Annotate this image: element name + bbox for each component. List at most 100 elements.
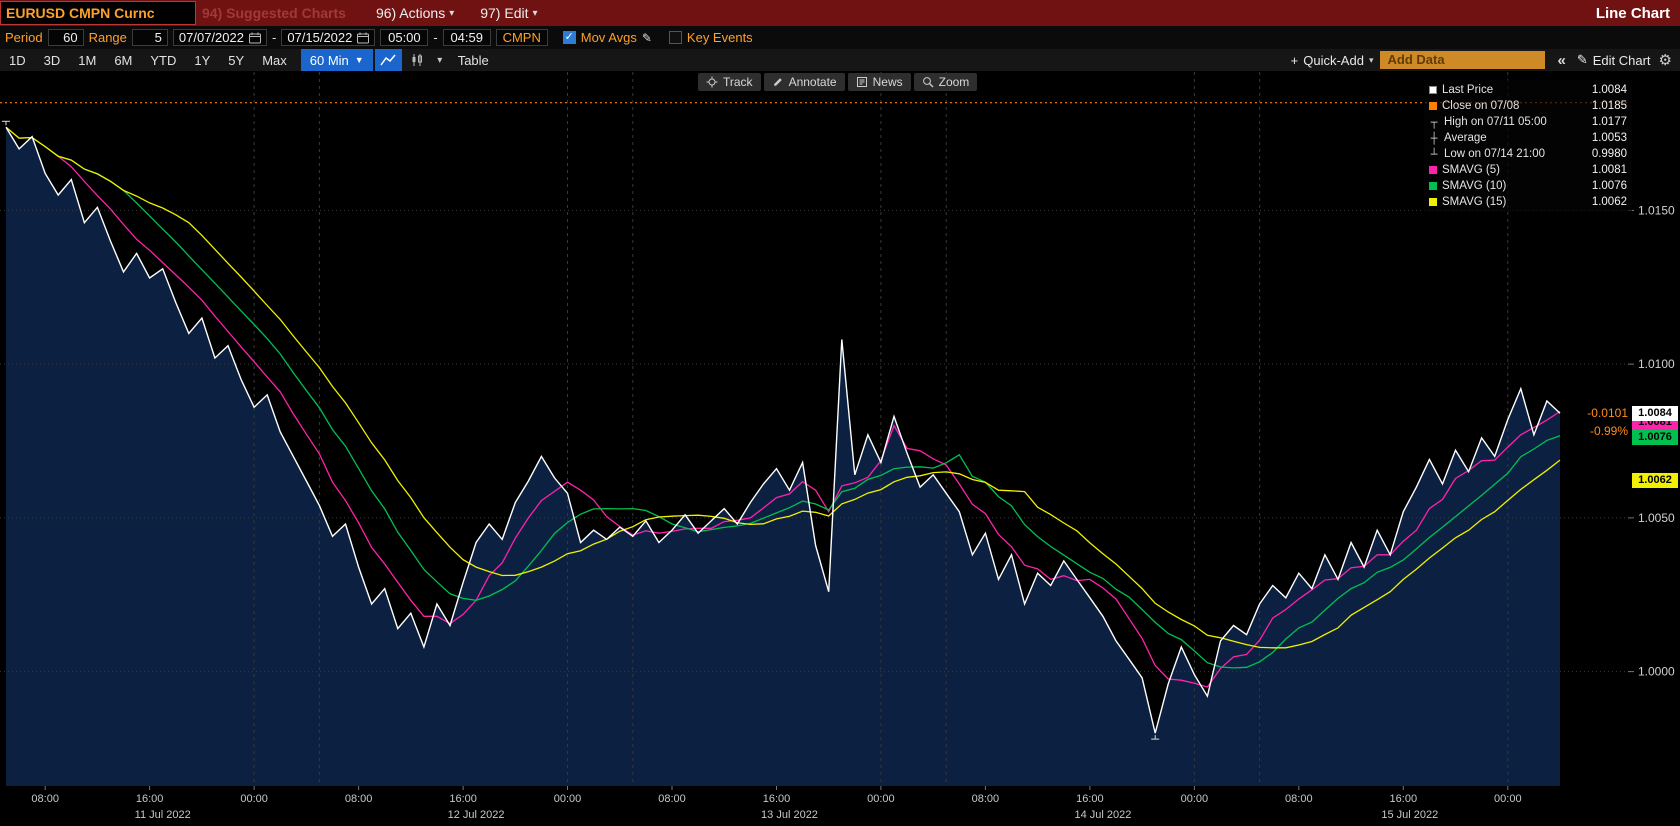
legend-row-last-price[interactable]: Last Price 1.0084 [1429,82,1627,98]
legend-swatch-smavg-10 [1429,182,1437,190]
chart-type-more-dropdown[interactable]: ▾ [431,55,449,66]
collapse-toolbar-button[interactable]: « [1552,52,1570,69]
settings-gear-icon[interactable]: ⚙ [1657,51,1680,69]
legend-marker-high: ┬ [1430,115,1438,129]
high-marker [2,120,10,126]
interval-dropdown[interactable]: 60 Min ▼ [300,49,373,71]
edit-mov-avgs-icon[interactable]: ✎ [642,31,652,45]
news-icon [856,77,867,87]
pencil-icon: ✎ [1576,52,1588,67]
y-tick-label: 1.0100 [1638,357,1675,371]
date-from-input[interactable]: 07/07/2022 [172,29,267,46]
menu-suggested-charts[interactable]: 94) Suggested Charts [202,5,346,21]
news-button[interactable]: News [847,73,911,91]
pct-change-label: -0.99% [1589,424,1628,438]
news-label: News [872,75,903,89]
crosshair-icon [706,76,718,88]
date-to-value: 07/15/2022 [287,30,353,45]
legend-label-last-price: Last Price [1442,84,1494,96]
x-tick-label: 16:00 [763,793,791,805]
legend-row-low[interactable]: ┴ Low on 07/14 21:00 0.9980 [1429,146,1627,162]
legend-row-high[interactable]: ┬ High on 07/11 05:00 1.0177 [1429,114,1627,130]
x-tick-label: 16:00 [136,793,164,805]
legend-row-smavg-10[interactable]: SMAVG (10) 1.0076 [1429,178,1627,194]
menu-actions-label: 96) Actions [375,5,446,21]
calendar-icon[interactable] [357,32,370,44]
chevron-down-icon: ▾ [1368,54,1374,65]
range-tab-1D[interactable]: 1D [0,53,35,68]
legend-label-smavg-5: SMAVG (5) [1442,164,1500,176]
track-button[interactable]: Track [698,73,761,91]
axis-price-tag-1.0076: 1.0076 [1632,430,1678,446]
time-to-input[interactable]: 04:59 [442,29,491,46]
x-tick-label: 00:00 [1494,793,1522,805]
table-button[interactable]: Table [449,53,498,68]
y-tick-label: 1.0000 [1638,665,1675,679]
x-date-label: 13 Jul 2022 [761,809,818,821]
legend-swatch-close [1429,102,1437,110]
chart-toolbar: 1D 3D 1M 6M YTD 1Y 5Y Max 60 Min ▼ ▾ Table + Qu… [0,49,1680,71]
legend-label-average: Average [1444,132,1487,144]
period-input[interactable]: 60 [47,29,84,46]
range-tab-1Y[interactable]: 1Y [185,53,219,68]
menu-edit[interactable]: 97) Edit ▾ [480,5,537,21]
net-change-label: -0.0101 [1587,406,1628,420]
date-to-input[interactable]: 07/15/2022 [281,29,376,46]
x-date-label: 11 Jul 2022 [135,809,191,821]
x-tick-label: 08:00 [1285,793,1313,805]
range-tabs: 1D 3D 1M 6M YTD 1Y 5Y Max [0,53,296,68]
chart-type-title: Line Chart [1595,4,1670,22]
security-title: EURUSD CMPN Curnc [0,1,196,25]
settings-bar: Period 60 Range 5 07/07/2022 - 07/15/202… [0,26,1680,49]
legend-value-smavg-5: 1.0081 [1591,164,1627,176]
range-tab-Max[interactable]: Max [253,53,296,68]
x-date-label: 12 Jul 2022 [448,809,505,821]
legend-swatch-last-price [1429,86,1437,94]
menu-actions[interactable]: 96) Actions ▾ [376,5,454,21]
add-data-input[interactable]: Add Data [1380,51,1546,69]
x-tick-label: 08:00 [31,793,59,805]
line-chart-icon [380,54,396,66]
legend-value-high: 1.0177 [1591,116,1627,128]
area-fill [6,127,1560,787]
key-events-label: Key Events [686,30,753,45]
range-tab-5Y[interactable]: 5Y [219,53,253,68]
legend-row-close[interactable]: Close on 07/08 1.0185 [1429,98,1627,114]
annotate-button[interactable]: Annotate [763,73,845,91]
annotate-label: Annotate [788,75,837,89]
x-tick-label: 16:00 [1076,793,1104,805]
y-tick-label: 1.0150 [1638,203,1675,217]
legend-value-smavg-10: 1.0076 [1591,180,1627,192]
quick-add-button[interactable]: + Quick-Add ▾ [1291,53,1374,68]
zoom-button[interactable]: Zoom [913,73,978,91]
edit-chart-label: Edit Chart [1592,52,1651,68]
range-tab-YTD[interactable]: YTD [141,53,185,68]
period-label: Period [5,30,43,45]
range-tab-1M[interactable]: 1M [69,53,105,68]
mov-avgs-checkbox[interactable]: ✓ [562,31,576,44]
key-events-checkbox[interactable] [668,31,682,44]
menu-edit-label: 97) Edit [480,5,529,21]
range-input[interactable]: 5 [131,29,168,46]
menu-suggested-charts-label: 94) Suggested Charts [202,5,346,21]
line-chart-type-button[interactable] [374,49,402,71]
x-tick-label: 00:00 [554,793,582,805]
legend-row-average[interactable]: ┼ Average 1.0053 [1429,130,1627,146]
legend-row-smavg-15[interactable]: SMAVG (15) 1.0062 [1429,194,1627,210]
quick-add-label: Quick-Add [1303,52,1364,68]
legend-value-smavg-15: 1.0062 [1591,196,1627,208]
edit-chart-button[interactable]: ✎ Edit Chart [1571,52,1657,68]
axis-price-tag-1.0084: 1.0084 [1632,405,1678,421]
range-tab-3D[interactable]: 3D [35,53,70,68]
chevron-down-icon: ▾ [449,7,455,19]
plus-icon: + [1290,52,1299,68]
time-from-input[interactable]: 05:00 [380,29,429,46]
calendar-icon[interactable] [248,32,261,44]
pricing-source-input[interactable]: CMPN [495,29,548,46]
legend-value-close: 1.0185 [1591,100,1627,112]
candle-chart-type-button[interactable] [404,49,431,71]
legend-label-high: High on 07/11 05:00 [1444,116,1547,128]
range-tab-6M[interactable]: 6M [105,53,141,68]
legend-row-smavg-5[interactable]: SMAVG (5) 1.0081 [1429,162,1627,178]
interval-value: 60 Min [309,52,349,68]
